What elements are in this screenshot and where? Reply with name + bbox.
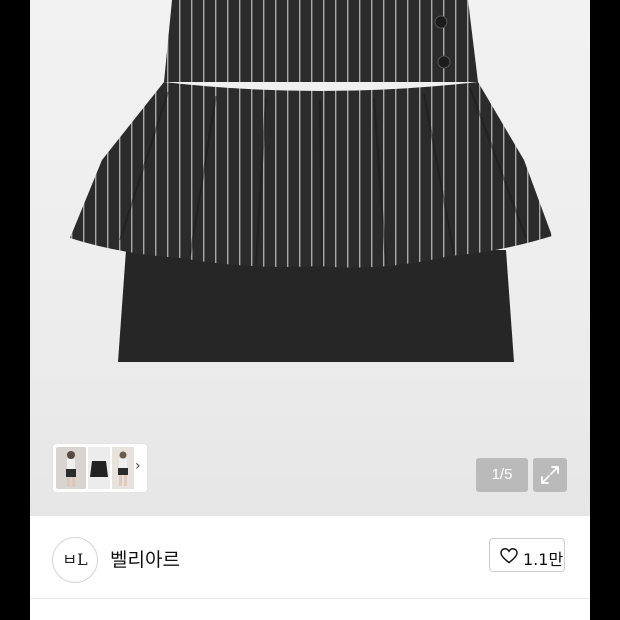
like-button[interactable]: 1.1만 xyxy=(489,538,565,572)
seller-row: ㅂL 벨리아르 1.1만 xyxy=(30,516,590,600)
image-counter: 1/5 xyxy=(476,458,528,492)
app-frame: › 1/5 ㅂL 벨리아르 1.1만 xyxy=(30,0,590,620)
like-count: 1.1만 xyxy=(523,550,564,569)
product-image[interactable]: › 1/5 xyxy=(30,0,590,516)
divider xyxy=(30,598,590,599)
seller-name[interactable]: 벨리아르 xyxy=(110,545,180,572)
thumbnail-strip[interactable]: › xyxy=(53,444,147,492)
thumbnail-skirt[interactable] xyxy=(88,447,110,489)
expand-icon xyxy=(541,466,559,484)
heart-icon xyxy=(500,548,518,564)
skirt-illustration xyxy=(70,0,552,362)
expand-button[interactable] xyxy=(533,458,567,492)
chevron-right-icon[interactable]: › xyxy=(135,458,141,474)
thumbnail-model[interactable] xyxy=(56,447,86,489)
thumbnail-model-2[interactable] xyxy=(112,447,134,489)
seller-logo[interactable]: ㅂL xyxy=(52,537,98,583)
